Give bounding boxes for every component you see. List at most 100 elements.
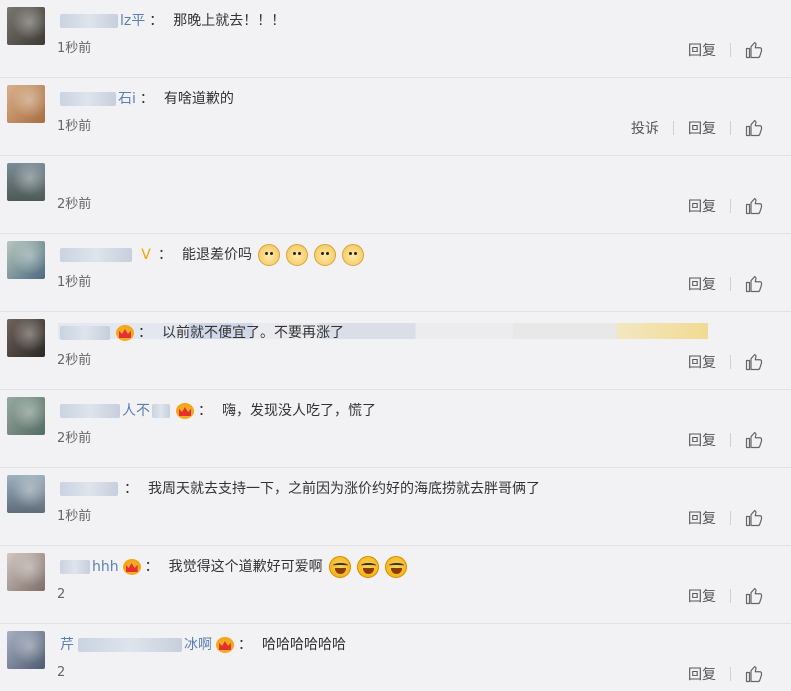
comment-text: 以前就不便宜了。不要再涨了 [162,325,344,341]
username[interactable] [60,325,134,341]
redacted-username [78,638,182,652]
comment-time: 1秒前 [57,509,92,524]
comment-item: 芹 冰啊 ： 哈哈哈哈哈哈 2 回复 [0,624,791,691]
reply-button[interactable]: 回复 [688,664,716,684]
thumbs-up-icon[interactable] [745,41,763,59]
thumbs-up-icon[interactable] [745,665,763,683]
thumbs-up-icon[interactable] [745,275,763,293]
reply-button[interactable]: 回复 [688,508,716,528]
username[interactable]: 人不 [60,400,194,422]
comment-item: ： 我周天就去支持一下，之前因为涨价约好的海底捞就去胖哥俩了 1秒前 回复 [0,468,791,546]
comment-text: 我周天就去支持一下，之前因为涨价约好的海底捞就去胖哥俩了 [148,481,540,497]
colon: ： [139,91,154,107]
avatar[interactable] [7,7,45,45]
laugh-cry-emoji-icon [356,556,379,578]
comment-actions: 投诉 回复 [631,118,763,138]
reply-button[interactable]: 回复 [688,196,716,216]
comment-actions: 回复 [688,352,763,372]
comment-actions: 回复 [688,430,763,450]
thumbs-up-icon[interactable] [745,197,763,215]
redacted-username [60,92,116,106]
redacted-username [60,248,132,262]
colon: ： [144,559,159,575]
comment-actions: 回复 [688,586,763,606]
username-suffix: hhh [92,559,119,575]
avatar[interactable] [7,475,45,513]
redacted-username [60,326,110,340]
username[interactable]: V [60,247,154,263]
username[interactable]: lz平 [60,10,145,32]
crown-badge-icon [116,325,134,341]
thumbs-up-icon[interactable] [745,353,763,371]
colon: ： [124,481,138,497]
redacted-username [60,14,118,28]
reply-button[interactable]: 回复 [688,352,716,372]
username[interactable]: 石i [60,88,136,110]
avatar[interactable] [7,397,45,435]
avatar[interactable] [7,553,45,591]
comment-item: 2秒前 回复 [0,156,791,339]
avatar[interactable] [7,163,45,201]
thumbs-up-icon[interactable] [745,431,763,449]
divider [673,121,674,135]
comment-line: ： 以前就不便宜了。不要再涨了 [60,322,344,344]
report-button[interactable]: 投诉 [631,118,659,138]
redacted-username [60,404,120,418]
avatar[interactable] [7,319,45,357]
comment-line: hhh ： 我觉得这个道歉好可爱啊 [60,556,407,578]
thumbs-up-icon[interactable] [745,587,763,605]
divider [730,589,731,603]
username-suffix: lz平 [120,13,146,29]
comment-list: lz平 ： 那晚上就去！！！ 1秒前 回复 石i ： 有啥道歉的 1秒前 投诉 [0,0,791,691]
comment-text: 我觉得这个道歉好可爱啊 [168,559,323,575]
reply-button[interactable]: 回复 [688,430,716,450]
avatar[interactable] [7,241,45,279]
comment-time: 1秒前 [57,41,92,56]
crown-badge-icon [216,637,234,653]
doge-emoji-icon [342,244,364,266]
comment-item: 人不 ： 嗨，发现没人吃了，慌了 2秒前 回复 [0,390,791,468]
comment-text: 哈哈哈哈哈哈 [262,637,346,653]
divider [730,199,731,213]
username-prefix: 芹 [60,637,74,653]
comment-time: 1秒前 [57,119,92,134]
reply-button[interactable]: 回复 [688,586,716,606]
comment-item: lz平 ： 那晚上就去！！！ 1秒前 回复 [0,0,791,78]
reply-button[interactable]: 回复 [688,274,716,294]
laugh-cry-emoji-icon [384,556,407,578]
comment-actions: 回复 [688,40,763,60]
avatar[interactable] [7,631,45,669]
comment-text: 那晚上就去！！！ [173,13,286,29]
username[interactable]: 芹 冰啊 [60,634,234,656]
comment-time: 2秒前 [57,197,92,212]
comment-line: V ： 能退差价吗 [60,244,364,266]
comment-item: 石i ： 有啥道歉的 1秒前 投诉 回复 [0,78,791,156]
divider [730,277,731,291]
colon: ： [138,325,152,341]
reply-button[interactable]: 回复 [688,118,716,138]
reply-button[interactable]: 回复 [688,40,716,60]
comment-actions: 回复 [688,196,763,216]
doge-emoji-icon [286,244,308,266]
redacted-username [60,560,90,574]
crown-badge-icon [176,403,194,419]
colon: ： [238,637,252,653]
comment-text: 能退差价吗 [182,247,252,263]
redacted-username [60,482,118,496]
username-suffix: 人不 [122,403,150,419]
avatar[interactable] [7,85,45,123]
thumbs-up-icon[interactable] [745,119,763,137]
comment-time: 2秒前 [57,353,92,368]
emoji-row [258,244,364,266]
comment-actions: 回复 [688,508,763,528]
crown-badge-icon [122,559,141,575]
comment-line: 人不 ： 嗨，发现没人吃了，慌了 [60,400,376,422]
username[interactable] [60,482,120,496]
thumbs-up-icon[interactable] [745,509,763,527]
comment-time: 2秒前 [57,431,92,446]
username[interactable]: hhh [60,556,141,578]
v-badge-icon: V [141,247,151,263]
comment-line: 芹 冰啊 ： 哈哈哈哈哈哈 [60,634,346,656]
username-suffix: 冰啊 [184,637,212,653]
colon: ： [149,13,164,29]
